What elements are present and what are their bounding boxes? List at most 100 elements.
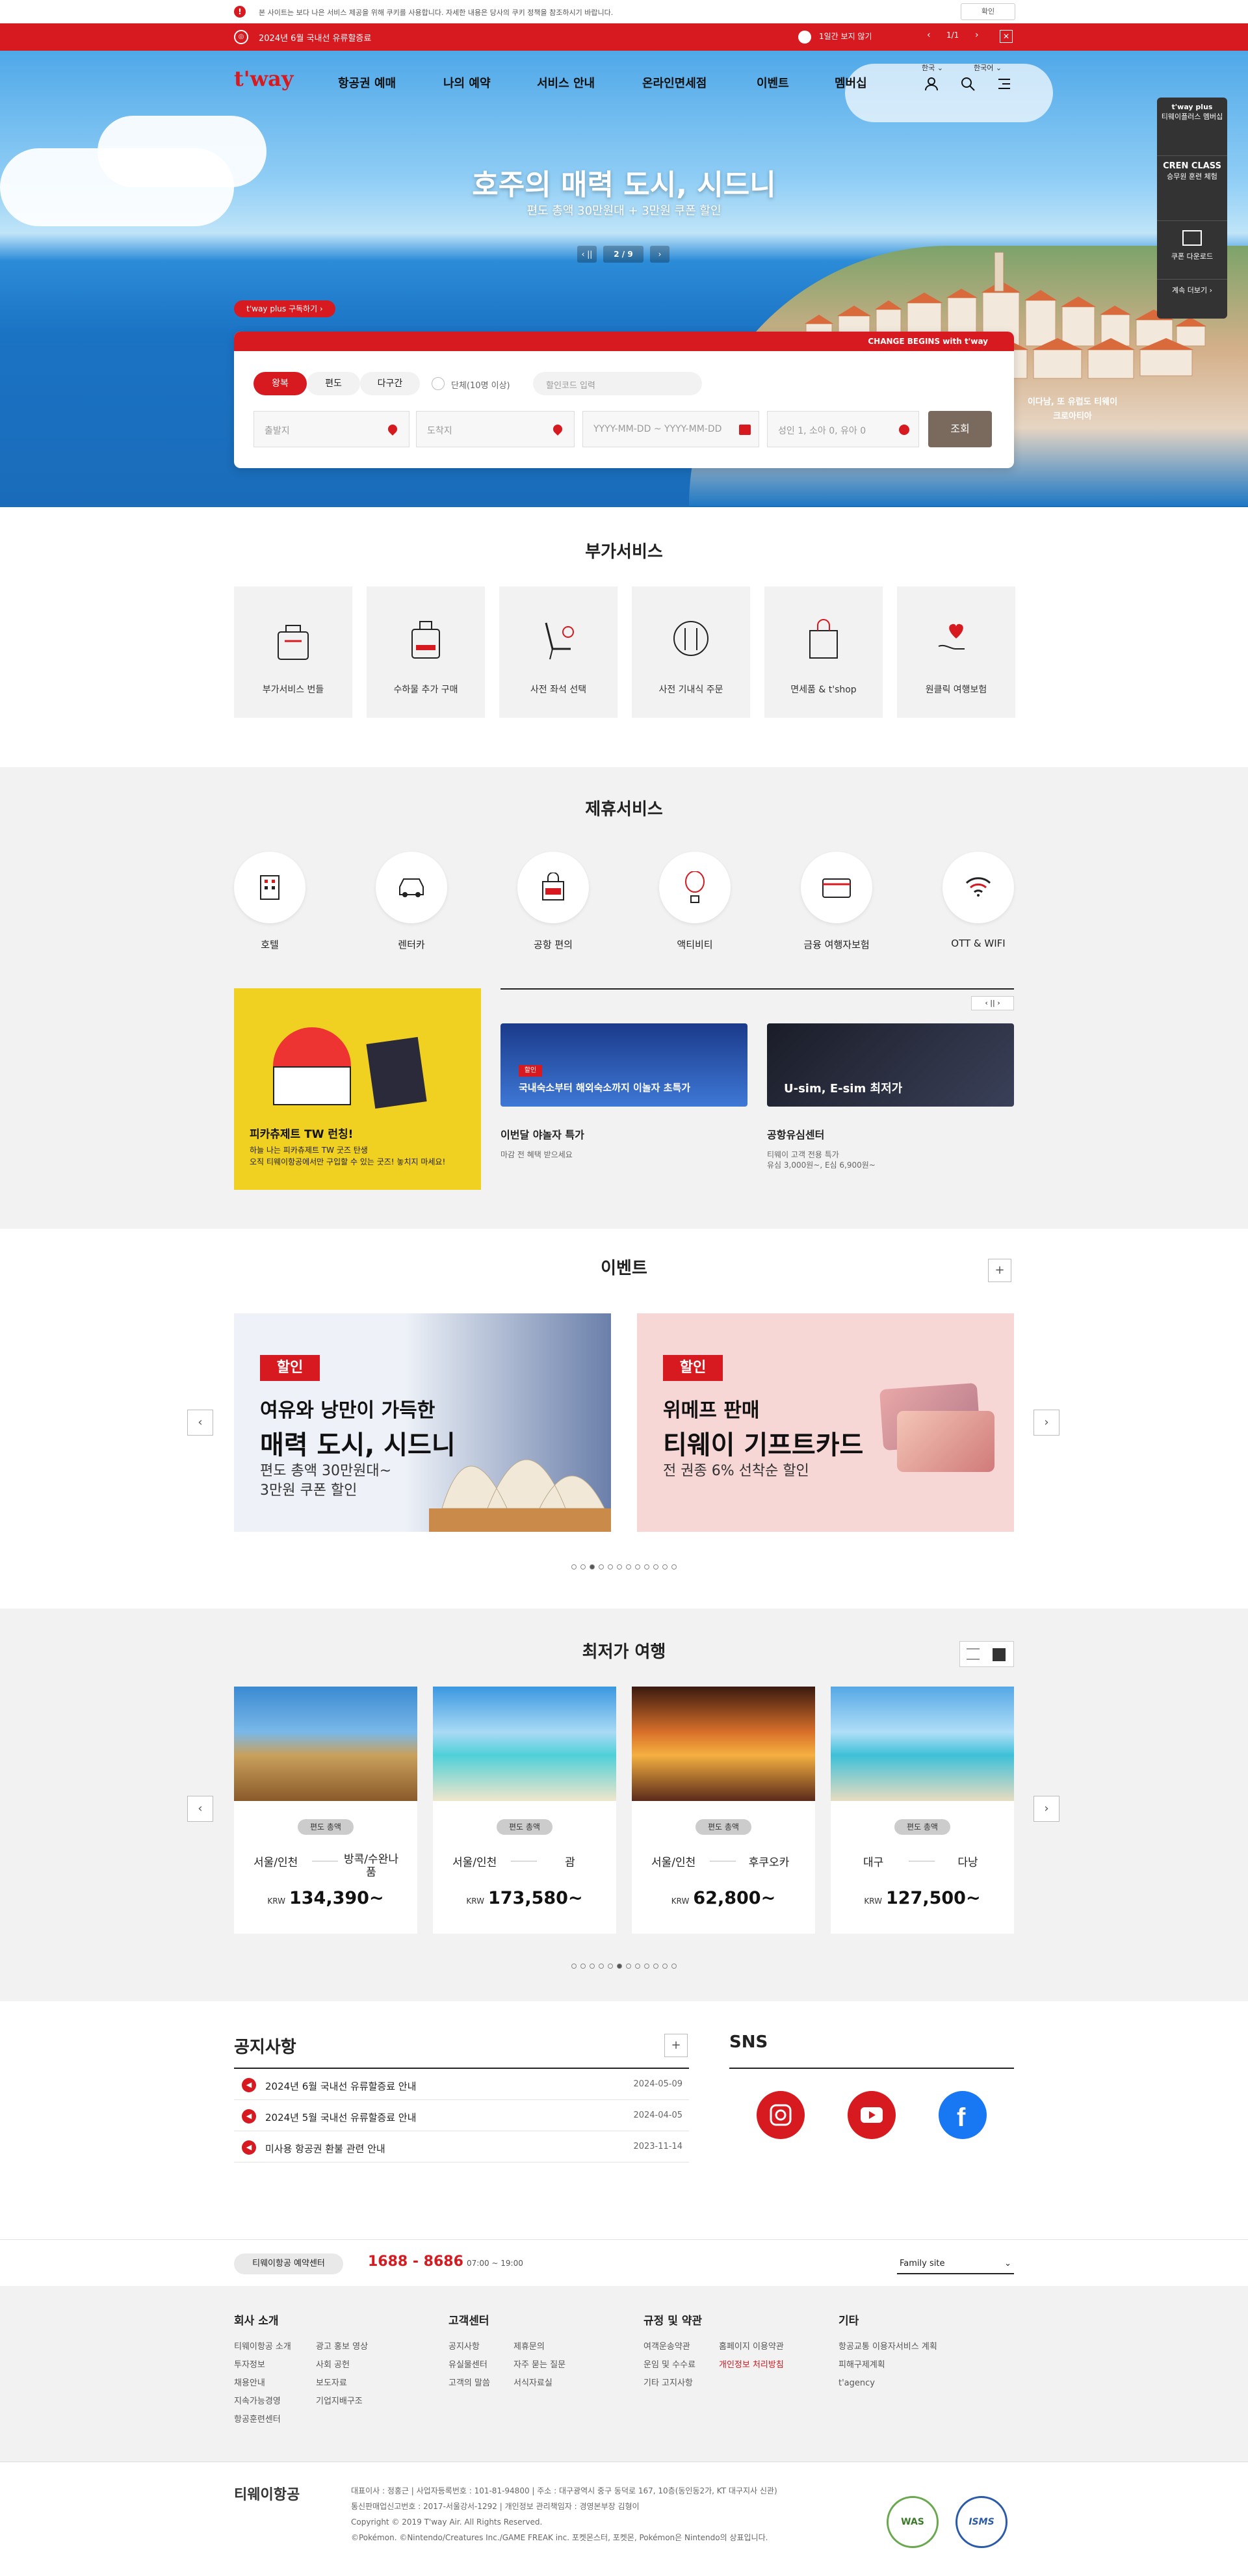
- instagram-icon[interactable]: [757, 2091, 805, 2139]
- event-next-button[interactable]: ›: [1034, 1410, 1060, 1436]
- lowest-next-button[interactable]: ›: [1034, 1796, 1060, 1822]
- plus-subscribe-badge[interactable]: t'way plus 구독하기 ›: [234, 300, 335, 317]
- addon-dutyfree[interactable]: 면세품 & t'shop: [764, 586, 883, 718]
- quick-more[interactable]: 계속 더보기 ›: [1157, 280, 1227, 319]
- addon-seat[interactable]: 사전 좌석 선택: [499, 586, 618, 718]
- hero-prev-button[interactable]: ‹ ||: [577, 246, 597, 263]
- search-button[interactable]: 조회: [928, 411, 992, 447]
- hide-day-label[interactable]: 1일간 보지 않기: [819, 31, 872, 42]
- tab-round-trip[interactable]: 왕복: [254, 372, 307, 395]
- partner-rentcar[interactable]: 렌터카: [376, 852, 447, 951]
- nav-membership[interactable]: 멤버십: [835, 74, 867, 91]
- quick-plus[interactable]: t'way plus 티웨이플러스 멤버십: [1157, 98, 1227, 156]
- coupon-icon: [1182, 230, 1202, 246]
- seat-icon: [545, 622, 574, 660]
- partner-finance[interactable]: 금융 여행자보험: [801, 852, 872, 951]
- footer-links: [0, 2286, 1248, 2462]
- country-select[interactable]: 한국 ⌄: [922, 62, 943, 73]
- date-field[interactable]: YYYY-MM-DD ~ YYYY-MM-DD: [582, 411, 759, 447]
- nav-service-guide[interactable]: 서비스 안내: [537, 74, 595, 91]
- meal-icon: [673, 621, 708, 656]
- nav-duty-free[interactable]: 온라인면세점: [642, 74, 707, 91]
- partner-activity[interactable]: 액티비티: [659, 852, 731, 951]
- nav-event[interactable]: 이벤트: [757, 74, 789, 91]
- group-checkbox[interactable]: [432, 377, 445, 390]
- nav-my-reservation[interactable]: 나의 예약: [443, 74, 491, 91]
- passenger-field[interactable]: 성인 1, 소아 0, 유아 0: [767, 411, 919, 447]
- list-view-icon[interactable]: [967, 1648, 980, 1660]
- reservation-phone: 1688 - 8686: [368, 2254, 463, 2270]
- family-site-select[interactable]: Family site ⌄: [897, 2254, 1014, 2274]
- event-card-giftcard[interactable]: 할인 위메프 판매 티웨이 기프트카드 전 권종 6% 선착순 할인: [637, 1313, 1014, 1532]
- tway-logo[interactable]: t'way: [234, 66, 293, 91]
- nav-booking[interactable]: 항공권 예매: [338, 74, 396, 91]
- language-select[interactable]: 한국어 ⌄: [974, 62, 1002, 73]
- grid-view-icon[interactable]: [993, 1648, 1006, 1661]
- hide-day-radio[interactable]: [798, 31, 811, 44]
- card-image: 할인 국내숙소부터 해외숙소까지 이놀자 초특가: [500, 1023, 748, 1107]
- youtube-icon[interactable]: [848, 2091, 896, 2139]
- group-label[interactable]: 단체(10명 이상): [451, 378, 510, 391]
- sale-bag-icon: [542, 873, 564, 900]
- quick-cren-class[interactable]: CREN CLASS 승무원 훈련 체험: [1157, 156, 1227, 221]
- card-desc: 마감 전 혜택 받으세요: [500, 1150, 573, 1159]
- event-more-button[interactable]: +: [988, 1259, 1011, 1282]
- pikachu-jet-promo[interactable]: 피카츄제트 TW 런칭! 하늘 나는 피카츄제트 TW 굿즈 탄생 오직 티웨이항…: [234, 988, 481, 1190]
- notice-text[interactable]: 2024년 6월 국내선 유류할증료: [259, 31, 371, 44]
- partner-carousel-controls[interactable]: ‹ || ›: [971, 996, 1014, 1010]
- partner-wifi[interactable]: OTT & WIFI: [942, 852, 1014, 949]
- fare-card-fukuoka[interactable]: 편도 총액 서울/인천 후쿠오카 KRW 62,800~: [632, 1687, 815, 1934]
- partner-hotel[interactable]: 호텔: [234, 852, 306, 951]
- goods-illustration: [273, 1066, 351, 1105]
- addon-bundle[interactable]: 부가서비스 번들: [234, 586, 352, 718]
- isms-certification-badge: ISMS: [956, 2496, 1008, 2548]
- origin-field[interactable]: 출발지: [254, 411, 410, 447]
- lowest-pagination[interactable]: [559, 1961, 689, 1971]
- pin-icon: [551, 423, 564, 436]
- quick-coupon[interactable]: 쿠폰 다운로드: [1157, 221, 1227, 280]
- menu-icon[interactable]: [997, 77, 1011, 91]
- close-icon[interactable]: ✕: [1000, 30, 1013, 43]
- event-card-sydney[interactable]: 할인 여유와 낭만이 가득한 매력 도시, 시드니 편도 총액 30만원대~ 3만…: [234, 1313, 611, 1532]
- card-yanolja[interactable]: 할인 국내숙소부터 해외숙소까지 이놀자 초특가 이번달 야놀자 특가 마감 전…: [500, 1023, 748, 1186]
- fare-card-guam[interactable]: 편도 총액 서울/인천 괌 KRW 173,580~: [433, 1687, 616, 1934]
- next-icon[interactable]: ›: [975, 30, 979, 40]
- destination-field[interactable]: 도착지: [416, 411, 575, 447]
- person-icon: [899, 425, 909, 435]
- company-logo-text: 티웨이항공: [234, 2487, 300, 2503]
- calendar-icon: [739, 425, 751, 435]
- notice-row[interactable]: ◀ 미사용 항공권 환불 관련 안내 2023-11-14: [234, 2131, 689, 2162]
- prev-icon[interactable]: ‹: [927, 30, 931, 40]
- tab-multi-city[interactable]: 다구간: [360, 372, 420, 395]
- addon-baggage[interactable]: 수하물 추가 구매: [367, 586, 485, 718]
- fare-image: [234, 1687, 417, 1801]
- pokemon-notice: ©Pokémon. ©Nintendo/Creatures Inc./GAME …: [351, 2533, 768, 2542]
- notice-more-button[interactable]: +: [664, 2034, 688, 2057]
- contact-bar: [0, 2239, 1248, 2286]
- event-section-title: 이벤트: [601, 1259, 647, 1278]
- fare-card-danang[interactable]: 편도 총액 대구 다낭 KRW 127,500~: [831, 1687, 1014, 1934]
- quick-menu-panel: t'way plus 티웨이플러스 멤버십 CREN CLASS 승무원 훈련 체험…: [1157, 98, 1227, 319]
- facebook-icon[interactable]: f: [939, 2091, 987, 2139]
- cloud-decoration: [845, 64, 1053, 122]
- cookie-confirm-button[interactable]: 확인: [961, 3, 1015, 20]
- user-icon[interactable]: [924, 77, 939, 91]
- shopping-bag-icon: [809, 619, 838, 659]
- card-usim[interactable]: U-sim, E-sim 최저가 공항유심센터 티웨이 고객 전용 특가 유심 3…: [767, 1023, 1014, 1186]
- company-registration: 통신판매업신고번호 : 2017-서울강서-1292 | 개인정보 관리책임자 …: [351, 2502, 640, 2511]
- tab-one-way[interactable]: 편도: [307, 372, 360, 395]
- search-icon[interactable]: [961, 77, 975, 91]
- fare-image: [632, 1687, 815, 1801]
- event-pagination[interactable]: [559, 1562, 689, 1572]
- event-prev-button[interactable]: ‹: [187, 1410, 213, 1436]
- notice-row[interactable]: ◀ 2024년 6월 국내선 유류할증료 안내 2024-05-09: [234, 2069, 689, 2100]
- hero-next-button[interactable]: ›: [650, 246, 670, 263]
- notice-row[interactable]: ◀ 2024년 5월 국내선 유류할증료 안내 2024-04-05: [234, 2100, 689, 2131]
- lowest-prev-button[interactable]: ‹: [187, 1796, 213, 1822]
- partner-airport[interactable]: 공항 편의: [517, 852, 589, 951]
- fare-card-bangkok[interactable]: 편도 총액 서울/인천 방콕/수완나품 KRW 134,390~: [234, 1687, 417, 1934]
- addon-meal[interactable]: 사전 기내식 주문: [632, 586, 750, 718]
- promo-code-input[interactable]: 할인코드 입력: [533, 372, 702, 395]
- addon-insurance[interactable]: 원클릭 여행보험: [897, 586, 1015, 718]
- company-address: 대표이사 : 정홍근 | 사업자등록번호 : 101-81-94800 | 주소…: [351, 2486, 777, 2495]
